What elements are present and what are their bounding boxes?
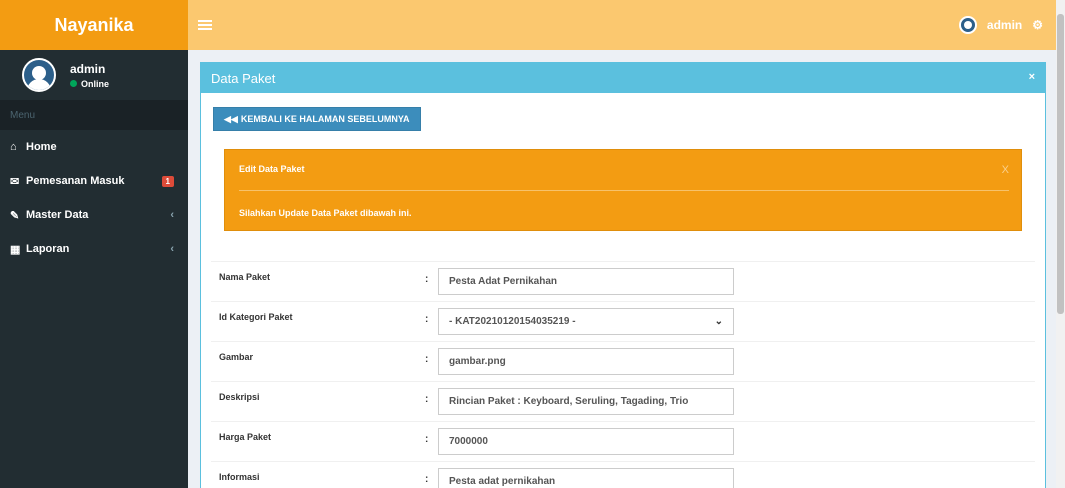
navbar-avatar[interactable]: [958, 16, 977, 34]
chevron-left-icon: ‹: [170, 209, 174, 221]
back-button[interactable]: ◀◀ KEMBALI KE HALAMAN SEBELUMNYA: [213, 107, 421, 131]
kategori-select[interactable]: - KAT20210120154035219 - ⌄: [438, 308, 734, 335]
back-button-label: KEMBALI KE HALAMAN SEBELUMNYA: [240, 114, 410, 124]
field-label: Id Kategori Paket: [219, 312, 293, 322]
menu-toggle-icon[interactable]: [198, 20, 212, 30]
colon: :: [425, 354, 429, 365]
colon: :: [425, 434, 429, 445]
sidebar-item-pemesanan-masuk[interactable]: ✉ Pemesanan Masuk 1: [0, 164, 188, 198]
double-chevron-left-icon: ◀◀: [224, 113, 238, 124]
form-row: Harga Paket : 7000000: [211, 421, 1035, 461]
edit-form: Nama Paket : Pesta Adat Pernikahan Id Ka…: [211, 261, 1035, 488]
sidebar-item-label: Laporan: [26, 243, 70, 255]
field-label: Harga Paket: [219, 432, 272, 442]
page-scrollbar[interactable]: [1056, 0, 1065, 488]
menu-header: Menu: [0, 100, 188, 130]
sidebar-username: admin: [70, 61, 106, 76]
colon: :: [425, 394, 429, 405]
form-row: Nama Paket : Pesta Adat Pernikahan: [211, 261, 1035, 301]
sidebar-item-label: Master Data: [26, 209, 89, 221]
form-row: Deskripsi : Rincian Paket : Keyboard, Se…: [211, 381, 1035, 421]
data-paket-panel: Data Paket × ◀◀ KEMBALI KE HALAMAN SEBEL…: [200, 62, 1046, 488]
envelope-icon: ✉: [10, 175, 20, 188]
form-row: Informasi : Pesta adat pernikahan: [211, 461, 1035, 488]
chevron-left-icon: ‹: [170, 243, 174, 255]
status-dot-icon: [70, 80, 77, 87]
user-menu[interactable]: admin ⚙: [958, 0, 1043, 50]
notification-badge: 1: [161, 175, 174, 187]
top-bar: Nayanika admin ⚙: [0, 0, 1065, 50]
colon: :: [425, 474, 429, 485]
sidebar-item-label: Pemesanan Masuk: [26, 175, 125, 187]
field-label: Nama Paket: [219, 272, 271, 282]
form-row: Id Kategori Paket : - KAT202101201540352…: [211, 301, 1035, 341]
field-label: Deskripsi: [219, 392, 260, 402]
avatar: [22, 58, 56, 92]
deskripsi-input[interactable]: Rincian Paket : Keyboard, Seruling, Taga…: [438, 388, 734, 415]
colon: :: [425, 274, 429, 285]
scrollbar-thumb[interactable]: [1057, 14, 1064, 314]
status-label: Online: [81, 78, 110, 89]
panel-header: Data Paket ×: [201, 63, 1045, 93]
field-label: Gambar: [219, 352, 254, 362]
chevron-down-icon: ⌄: [714, 316, 723, 327]
nama-paket-input[interactable]: Pesta Adat Pernikahan: [438, 268, 734, 295]
sidebar-item-home[interactable]: ⌂ Home: [0, 130, 188, 164]
alert-divider: [239, 190, 1009, 191]
navbar-username[interactable]: admin: [987, 18, 1022, 32]
kategori-select-value: - KAT20210120154035219 -: [449, 316, 576, 327]
home-icon: ⌂: [10, 141, 17, 153]
edit-icon: ✎: [10, 209, 20, 222]
close-icon[interactable]: ×: [1029, 71, 1035, 83]
gear-icon[interactable]: ⚙: [1032, 18, 1043, 32]
informasi-input[interactable]: Pesta adat pernikahan: [438, 468, 734, 488]
alert-title: Edit Data Paket: [239, 164, 305, 174]
alert-text: Silahkan Update Data Paket dibawah ini.: [239, 208, 412, 218]
panel-title: Data Paket: [211, 70, 276, 86]
harga-paket-input[interactable]: 7000000: [438, 428, 734, 455]
navbar: admin ⚙: [188, 0, 1065, 50]
brand-logo[interactable]: Nayanika: [0, 0, 188, 50]
sidebar-item-laporan[interactable]: ▦ Laporan ‹: [0, 232, 188, 266]
sidebar-item-master-data[interactable]: ✎ Master Data ‹: [0, 198, 188, 232]
user-panel: admin Online: [0, 50, 188, 100]
alert-box: Edit Data Paket X Silahkan Update Data P…: [224, 149, 1022, 231]
colon: :: [425, 314, 429, 325]
sidebar-item-label: Home: [26, 141, 57, 153]
gambar-input[interactable]: gambar.png: [438, 348, 734, 375]
alert-close-button[interactable]: X: [1002, 164, 1009, 176]
field-label: Informasi: [219, 472, 260, 482]
form-row: Gambar : gambar.png: [211, 341, 1035, 381]
user-status: Online: [70, 79, 109, 89]
sidebar: admin Online Menu ⌂ Home ✉ Pemesanan Mas…: [0, 50, 188, 488]
calendar-icon: ▦: [10, 243, 21, 256]
